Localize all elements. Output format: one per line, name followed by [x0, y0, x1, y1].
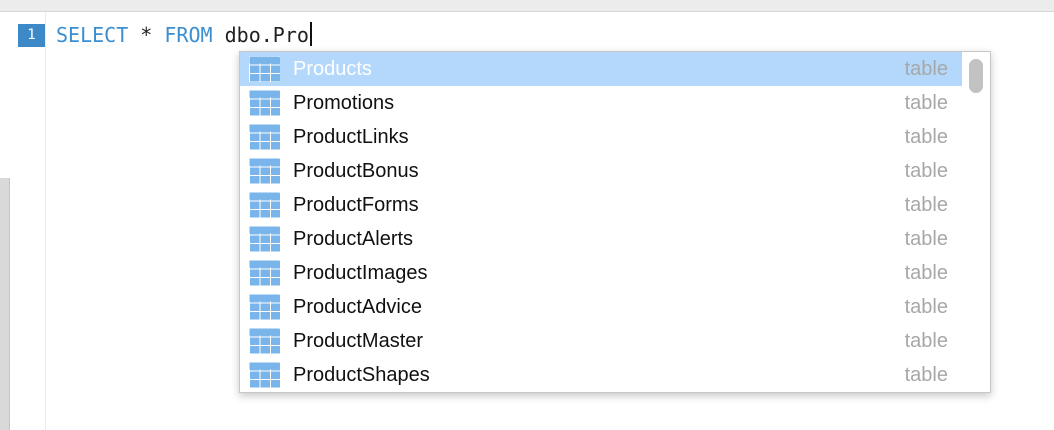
autocomplete-item-name: Promotions: [293, 92, 395, 114]
keyword-select: SELECT: [56, 23, 129, 47]
table-icon: [249, 124, 281, 150]
autocomplete-popup[interactable]: Products table Promotions table ProductLin…: [239, 51, 991, 393]
table-icon: [249, 294, 281, 320]
autocomplete-item[interactable]: ProductLinks table: [240, 120, 962, 154]
autocomplete-item-name: ProductMaster: [293, 330, 424, 352]
autocomplete-item-type: table: [904, 126, 948, 148]
autocomplete-item-type: table: [904, 194, 948, 216]
keyword-from: FROM: [164, 23, 213, 47]
table-icon: [249, 192, 281, 218]
operator-star: *: [140, 23, 153, 47]
table-icon: [249, 328, 281, 354]
scrollbar-track[interactable]: [962, 52, 990, 392]
table-icon: [249, 362, 281, 388]
table-icon: [249, 226, 281, 252]
autocomplete-item-type: table: [904, 58, 948, 80]
table-icon: [249, 158, 281, 184]
autocomplete-item-name: ProductBonus: [293, 160, 419, 182]
autocomplete-item-type: table: [904, 228, 948, 250]
autocomplete-item[interactable]: Promotions table: [240, 86, 962, 120]
gutter-divider: [45, 12, 46, 430]
text-cursor: [309, 22, 312, 46]
line-number: 1: [18, 24, 45, 47]
identifier-text: dbo.Pro: [224, 23, 309, 47]
autocomplete-item-name: ProductLinks: [293, 126, 409, 148]
autocomplete-item-type: table: [904, 364, 948, 386]
autocomplete-item-type: table: [904, 160, 948, 182]
panel-resize-handle[interactable]: [0, 178, 10, 430]
autocomplete-item-type: table: [904, 262, 948, 284]
autocomplete-item[interactable]: ProductShapes table: [240, 358, 962, 392]
autocomplete-item-name: ProductImages: [293, 262, 428, 284]
autocomplete-item-name: ProductAdvice: [293, 296, 422, 318]
autocomplete-item[interactable]: ProductAdvice table: [240, 290, 962, 324]
autocomplete-list: Products table Promotions table ProductLin…: [240, 52, 962, 392]
autocomplete-item-name: ProductAlerts: [293, 228, 414, 250]
table-icon: [249, 56, 281, 82]
autocomplete-item-name: ProductShapes: [293, 364, 430, 386]
autocomplete-item[interactable]: ProductMaster table: [240, 324, 962, 358]
autocomplete-item[interactable]: Products table: [240, 52, 962, 86]
top-toolbar-edge: [0, 0, 1054, 12]
autocomplete-item-type: table: [904, 330, 948, 352]
autocomplete-item-name: Products: [293, 58, 372, 80]
autocomplete-item[interactable]: ProductImages table: [240, 256, 962, 290]
scrollbar-thumb[interactable]: [969, 59, 983, 93]
autocomplete-item[interactable]: ProductBonus table: [240, 154, 962, 188]
table-icon: [249, 260, 281, 286]
autocomplete-item-type: table: [904, 296, 948, 318]
autocomplete-item[interactable]: ProductForms table: [240, 188, 962, 222]
autocomplete-item-type: table: [904, 92, 948, 114]
autocomplete-item-name: ProductForms: [293, 194, 419, 216]
sql-editor-line[interactable]: SELECT * FROM dbo.Pro: [56, 22, 312, 48]
table-icon: [249, 90, 281, 116]
autocomplete-item[interactable]: ProductAlerts table: [240, 222, 962, 256]
